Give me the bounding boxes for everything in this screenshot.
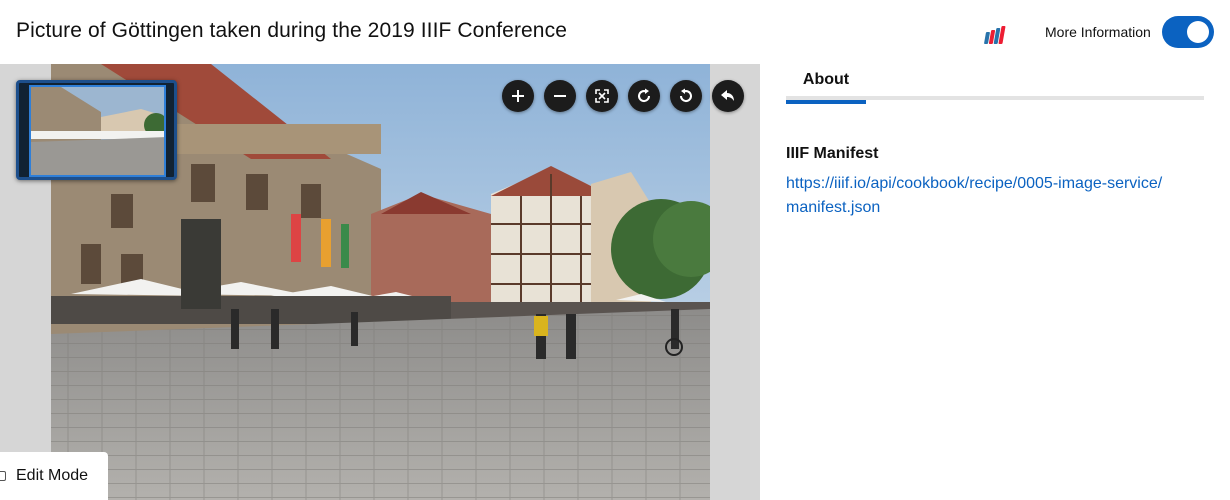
more-information-toggle[interactable]	[1162, 16, 1214, 48]
manifest-heading: IIIF Manifest	[786, 145, 879, 162]
app-header: Picture of Göttingen taken during the 20…	[0, 0, 1230, 64]
full-page-button[interactable]	[586, 80, 618, 112]
tab-about[interactable]: About	[786, 64, 866, 104]
minus-icon	[554, 95, 566, 97]
home-button[interactable]	[712, 80, 744, 112]
plus-icon	[512, 90, 524, 102]
image-viewer[interactable]: Edit Mode	[0, 64, 760, 500]
zoom-out-button[interactable]	[544, 80, 576, 112]
iiif-logo-icon[interactable]	[983, 24, 1007, 44]
page-title: Picture of Göttingen taken during the 20…	[16, 19, 567, 42]
edit-mode-label: Edit Mode	[16, 467, 89, 484]
more-information-label: More Information	[1045, 24, 1151, 40]
toggle-knob	[1187, 21, 1209, 43]
rotate-left-icon	[679, 88, 692, 103]
viewer-controls	[502, 80, 744, 112]
panel-tabs: About	[786, 64, 1204, 104]
reset-arrow-icon	[721, 90, 734, 101]
navigator-viewport[interactable]	[29, 85, 166, 177]
rotate-left-button[interactable]	[670, 80, 702, 112]
navigator-thumbnail[interactable]	[16, 80, 177, 180]
manifest-link[interactable]: https://iiif.io/api/cookbook/recipe/0005…	[786, 172, 1166, 220]
information-panel: About IIIF Manifest https://iiif.io/api/…	[760, 64, 1230, 500]
rotate-right-button[interactable]	[628, 80, 660, 112]
fullscreen-icon	[595, 89, 609, 103]
zoom-in-button[interactable]	[502, 80, 534, 112]
tab-about-label: About	[802, 71, 850, 88]
rotate-right-icon	[638, 88, 651, 103]
active-tab-indicator	[786, 100, 866, 104]
edit-mode-control[interactable]: Edit Mode	[0, 452, 108, 500]
edit-mode-checkbox[interactable]	[0, 471, 6, 481]
